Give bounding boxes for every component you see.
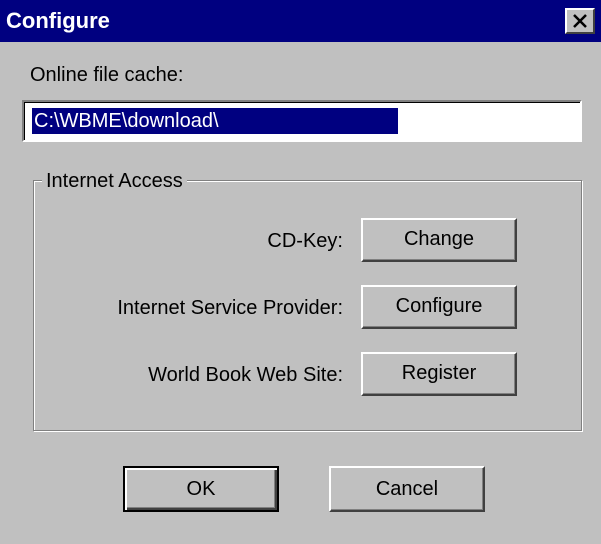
change-cd-key-button[interactable]: Change bbox=[361, 218, 517, 262]
cd-key-label: CD-Key: bbox=[267, 230, 343, 252]
website-label: World Book Web Site: bbox=[148, 364, 343, 386]
close-icon bbox=[573, 14, 587, 28]
ok-button[interactable]: OK bbox=[123, 466, 279, 512]
close-button[interactable] bbox=[565, 8, 595, 34]
cache-path-input[interactable]: C:\WBME\download\ bbox=[22, 100, 582, 142]
isp-label: Internet Service Provider: bbox=[117, 297, 343, 319]
configure-isp-button[interactable]: Configure bbox=[361, 285, 517, 329]
window-title: Configure bbox=[6, 8, 110, 33]
internet-access-group-label: Internet Access bbox=[42, 168, 187, 194]
cache-path-value[interactable]: C:\WBME\download\ bbox=[32, 108, 398, 134]
cache-label: Online file cache: bbox=[30, 64, 184, 86]
title-bar: Configure bbox=[0, 0, 601, 42]
cancel-button[interactable]: Cancel bbox=[329, 466, 485, 512]
register-button[interactable]: Register bbox=[361, 352, 517, 396]
